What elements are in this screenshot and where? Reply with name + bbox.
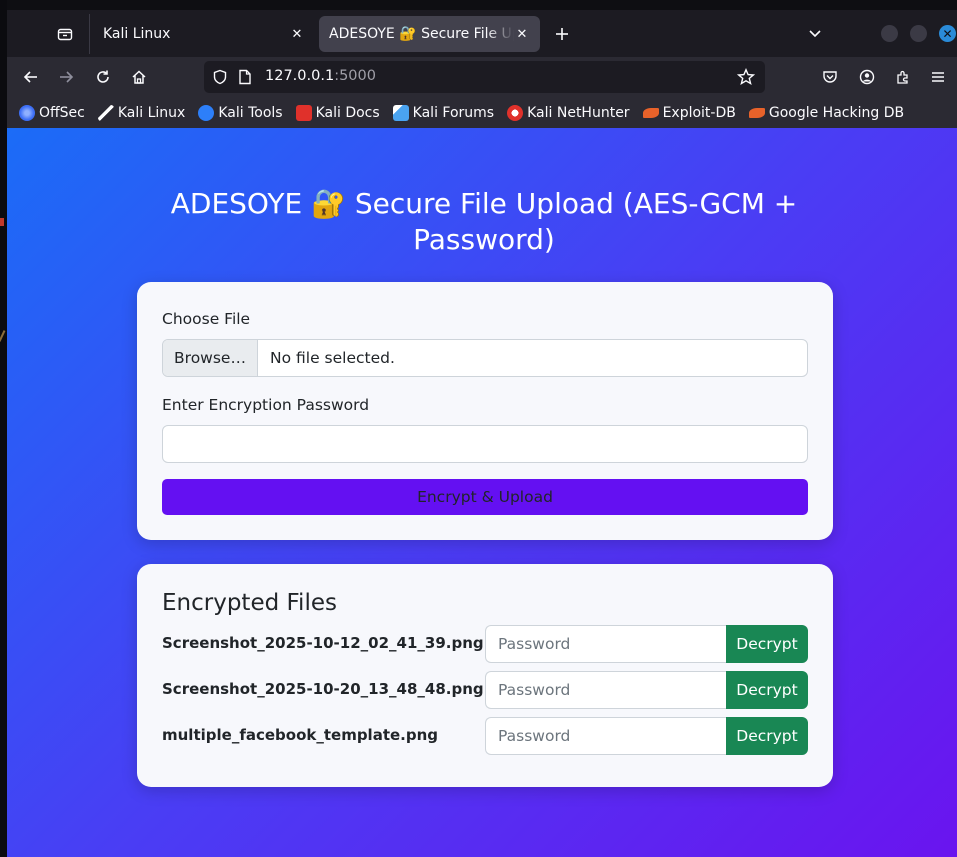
navigation-bar: 127.0.0.1:5000 [7, 57, 957, 97]
pocket-icon[interactable] [818, 65, 842, 89]
kali-dragon-icon [97, 104, 114, 121]
tab-kali-linux[interactable]: Kali Linux ✕ [93, 16, 315, 52]
chevron-down-icon[interactable] [805, 24, 825, 44]
file-name: Screenshot_2025-10-12_02_41_39.png [162, 634, 484, 652]
ghdb-icon [748, 107, 765, 118]
new-tab-plus-icon[interactable] [551, 23, 573, 45]
page-content: ADESOYE 🔐 Secure File Upload (AES-GCM + … [7, 128, 957, 857]
bookmark-label: Google Hacking DB [768, 104, 905, 121]
tab-title: Kali Linux [103, 26, 171, 42]
file-row: Screenshot_2025-10-12_02_41_39.png Passw… [162, 625, 808, 663]
bookmark-label: Kali Tools [218, 104, 283, 121]
file-input[interactable]: Browse… No file selected. [162, 339, 808, 377]
bookmark-kali-forums[interactable]: Kali Forums [392, 104, 495, 121]
bookmark-kali-nethunter[interactable]: Kali NetHunter [507, 104, 630, 121]
bookmark-kali-docs[interactable]: Kali Docs [295, 104, 380, 121]
shield-icon[interactable] [212, 69, 228, 89]
url-port: :5000 [334, 68, 376, 84]
url-host: 127.0.0.1 [265, 68, 335, 84]
bookmark-google-hacking-db[interactable]: Google Hacking DB [748, 104, 905, 121]
bookmark-kali-linux[interactable]: Kali Linux [97, 104, 186, 121]
page-title: ADESOYE 🔐 Secure File Upload (AES-GCM + … [170, 187, 798, 256]
browser-window: Kali Linux ✕ ADESOYE 🔐 Secure File Uploa… [7, 10, 957, 857]
bookmarks-bar: OffSec Kali Linux Kali Tools Kali Docs K… [7, 97, 957, 128]
desktop-edge [0, 0, 7, 857]
offsec-icon [19, 104, 35, 121]
decrypt-button[interactable]: Decrypt [726, 717, 808, 755]
bookmark-label: Kali NetHunter [527, 104, 630, 121]
bookmark-label: Kali Linux [117, 104, 186, 121]
encrypted-files-card: Encrypted Files Screenshot_2025-10-12_02… [137, 564, 833, 787]
address-bar[interactable]: 127.0.0.1:5000 [204, 61, 765, 93]
exploit-db-icon [642, 107, 659, 118]
close-tab-icon[interactable]: ✕ [289, 26, 305, 42]
bookmark-label: Kali Docs [315, 104, 380, 121]
close-window-button[interactable]: ✕ [939, 25, 956, 42]
bookmark-star-icon[interactable] [736, 68, 756, 90]
desktop-marker [0, 330, 6, 342]
encrypt-upload-button[interactable]: Encrypt & Upload [162, 479, 808, 515]
bookmark-kali-tools[interactable]: Kali Tools [198, 104, 283, 121]
file-row: Screenshot_2025-10-20_13_48_48.png Passw… [162, 671, 808, 709]
decrypt-password-input[interactable]: Password [485, 671, 727, 709]
firefox-view-icon[interactable] [53, 22, 77, 46]
bookmark-exploit-db[interactable]: Exploit-DB [642, 104, 736, 121]
kali-forums-icon [392, 104, 409, 121]
tab-title: ADESOYE 🔐 Secure File Upload [329, 26, 514, 42]
encryption-password-input[interactable] [162, 425, 808, 463]
tab-separator [89, 14, 90, 54]
url-text[interactable]: 127.0.0.1:5000 [265, 68, 376, 84]
file-name: multiple_facebook_template.png [162, 726, 439, 744]
bookmark-label: Kali Forums [412, 104, 495, 121]
page-icon[interactable] [238, 69, 252, 89]
bookmark-offsec[interactable]: OffSec [19, 104, 85, 121]
nethunter-icon [507, 104, 524, 121]
extensions-icon[interactable] [891, 65, 915, 89]
upload-card: Choose File Browse… No file selected. En… [137, 282, 833, 540]
forward-arrow-icon[interactable] [54, 65, 78, 89]
decrypt-password-input[interactable]: Password [485, 625, 727, 663]
file-status: No file selected. [270, 349, 395, 367]
desktop-marker [0, 218, 4, 226]
menu-icon[interactable] [926, 65, 950, 89]
browse-button[interactable]: Browse… [163, 340, 258, 376]
bookmark-label: OffSec [39, 104, 85, 121]
bookmark-label: Exploit-DB [662, 104, 736, 121]
encrypted-files-title: Encrypted Files [162, 590, 337, 616]
kali-tools-icon [198, 104, 215, 121]
minimize-button[interactable] [881, 25, 898, 42]
back-arrow-icon[interactable] [19, 65, 43, 89]
tab-bar: Kali Linux ✕ ADESOYE 🔐 Secure File Uploa… [7, 10, 957, 57]
close-tab-icon[interactable]: ✕ [514, 26, 530, 42]
maximize-button[interactable] [910, 25, 927, 42]
reload-icon[interactable] [91, 65, 115, 89]
decrypt-button[interactable]: Decrypt [726, 625, 808, 663]
choose-file-label: Choose File [162, 310, 251, 328]
account-icon[interactable] [855, 65, 879, 89]
tab-secure-upload[interactable]: ADESOYE 🔐 Secure File Upload ✕ [319, 16, 540, 52]
decrypt-button[interactable]: Decrypt [726, 671, 808, 709]
home-icon[interactable] [127, 65, 151, 89]
password-label: Enter Encryption Password [162, 396, 370, 414]
file-row: multiple_facebook_template.png Password … [162, 717, 808, 755]
kali-docs-icon [295, 104, 312, 121]
file-name: Screenshot_2025-10-20_13_48_48.png [162, 680, 484, 698]
decrypt-password-input[interactable]: Password [485, 717, 727, 755]
